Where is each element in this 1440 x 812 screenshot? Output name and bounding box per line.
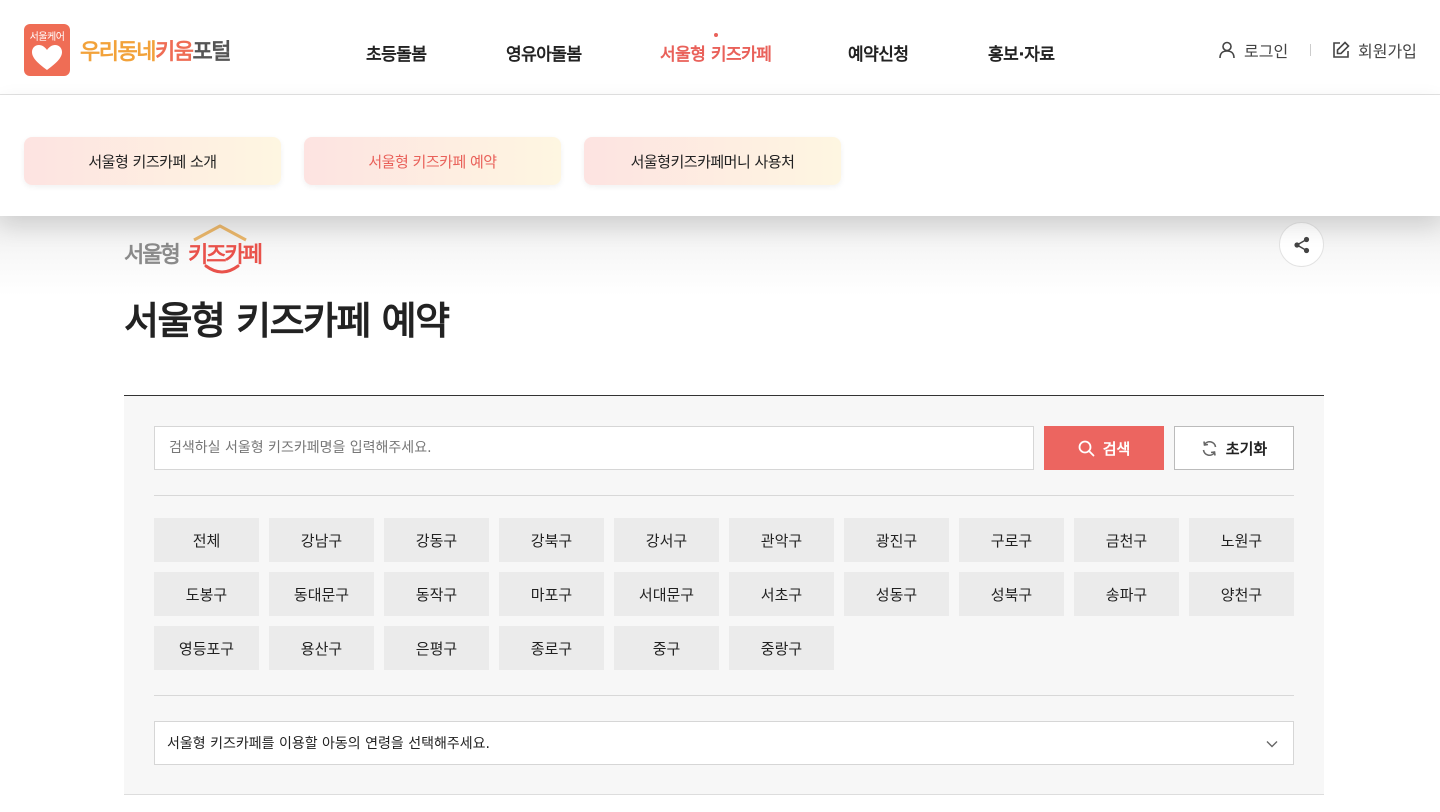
district-button[interactable]: 강동구 xyxy=(384,518,489,562)
district-button[interactable]: 광진구 xyxy=(844,518,949,562)
district-button[interactable]: 구로구 xyxy=(959,518,1064,562)
district-button[interactable]: 관악구 xyxy=(729,518,834,562)
district-button[interactable]: 중랑구 xyxy=(729,626,834,670)
kids-cafe-logo-text-b: 키즈카페 xyxy=(188,243,262,268)
search-button-label: 검색 xyxy=(1102,440,1131,458)
edit-icon xyxy=(1333,41,1350,58)
search-button[interactable]: 검색 xyxy=(1044,426,1164,470)
search-icon xyxy=(1078,440,1095,456)
district-button[interactable]: 양천구 xyxy=(1189,572,1294,616)
share-button[interactable] xyxy=(1279,222,1324,267)
district-button[interactable]: 성북구 xyxy=(959,572,1064,616)
share-icon xyxy=(1293,236,1309,253)
district-button[interactable]: 강북구 xyxy=(499,518,604,562)
divider xyxy=(154,495,1294,496)
nav-infant-care[interactable]: 영유아돌봄 xyxy=(506,40,582,65)
login-label: 로그인 xyxy=(1244,42,1289,61)
page-title: 서울형 키즈카페 예약 xyxy=(124,299,450,343)
district-button[interactable]: 송파구 xyxy=(1074,572,1179,616)
age-select[interactable]: 서울형 키즈카페를 이용할 아동의 연령을 선택해주세요. xyxy=(154,721,1294,765)
kids-cafe-logo: 서울형 키즈카페 xyxy=(124,224,264,274)
login-link[interactable]: 로그인 xyxy=(1218,38,1288,62)
district-button[interactable]: 금천구 xyxy=(1074,518,1179,562)
age-select-placeholder: 서울형 키즈카페를 이용할 아동의 연령을 선택해주세요. xyxy=(167,736,490,752)
subnav-kids-cafe-intro[interactable]: 서울형 키즈카페 소개 xyxy=(24,137,281,185)
divider xyxy=(154,695,1294,696)
refresh-icon xyxy=(1202,440,1217,456)
kids-cafe-logo-text-a: 서울형 xyxy=(124,243,179,268)
subnav-kids-cafe-money[interactable]: 서울형키즈카페머니 사용처 xyxy=(584,137,841,185)
signup-label: 회원가입 xyxy=(1358,42,1417,61)
district-button[interactable]: 마포구 xyxy=(499,572,604,616)
district-button[interactable]: 서대문구 xyxy=(614,572,719,616)
district-button[interactable]: 종로구 xyxy=(499,626,604,670)
district-button[interactable]: 서초구 xyxy=(729,572,834,616)
district-button[interactable]: 강남구 xyxy=(269,518,374,562)
district-button[interactable]: 성동구 xyxy=(844,572,949,616)
subnav-kids-cafe-reservation[interactable]: 서울형 키즈카페 예약 xyxy=(304,137,561,185)
district-button[interactable]: 도봉구 xyxy=(154,572,259,616)
district-button[interactable]: 용산구 xyxy=(269,626,374,670)
reset-button-label: 초기화 xyxy=(1225,440,1268,458)
district-button[interactable]: 노원구 xyxy=(1189,518,1294,562)
district-button[interactable]: 은평구 xyxy=(384,626,489,670)
district-button[interactable]: 중구 xyxy=(614,626,719,670)
nav-kids-cafe-label: 서울형 키즈카페 xyxy=(660,45,772,65)
district-button[interactable]: 전체 xyxy=(154,518,259,562)
nav-elementary-care[interactable]: 초등돌봄 xyxy=(366,40,427,65)
search-input[interactable] xyxy=(154,426,1034,470)
signup-link[interactable]: 회원가입 xyxy=(1332,38,1417,62)
chevron-down-icon xyxy=(1266,741,1278,748)
util-divider xyxy=(1310,44,1311,56)
site-header: 서울케어 우리동네키움포털 초등돌봄 영유아돌봄 서울형 키즈카페 예약신청 홍… xyxy=(0,0,1440,95)
district-button[interactable]: 강서구 xyxy=(614,518,719,562)
district-button[interactable]: 영등포구 xyxy=(154,626,259,670)
search-panel: 검색 초기화 전체 강남구 강동구 강북구 강서구 관악구 광진구 구로구 금천… xyxy=(124,395,1324,795)
reset-button[interactable]: 초기화 xyxy=(1174,426,1294,470)
sub-nav: 서울형 키즈카페 소개 서울형 키즈카페 예약 서울형키즈카페머니 사용처 xyxy=(0,95,1440,216)
active-indicator xyxy=(713,33,718,37)
nav-reservation[interactable]: 예약신청 xyxy=(848,40,909,65)
user-icon xyxy=(1219,41,1235,59)
district-button[interactable]: 동대문구 xyxy=(269,572,374,616)
district-button[interactable]: 동작구 xyxy=(384,572,489,616)
nav-promotion[interactable]: 홍보·자료 xyxy=(988,40,1055,65)
nav-kids-cafe[interactable]: 서울형 키즈카페 xyxy=(660,33,772,65)
